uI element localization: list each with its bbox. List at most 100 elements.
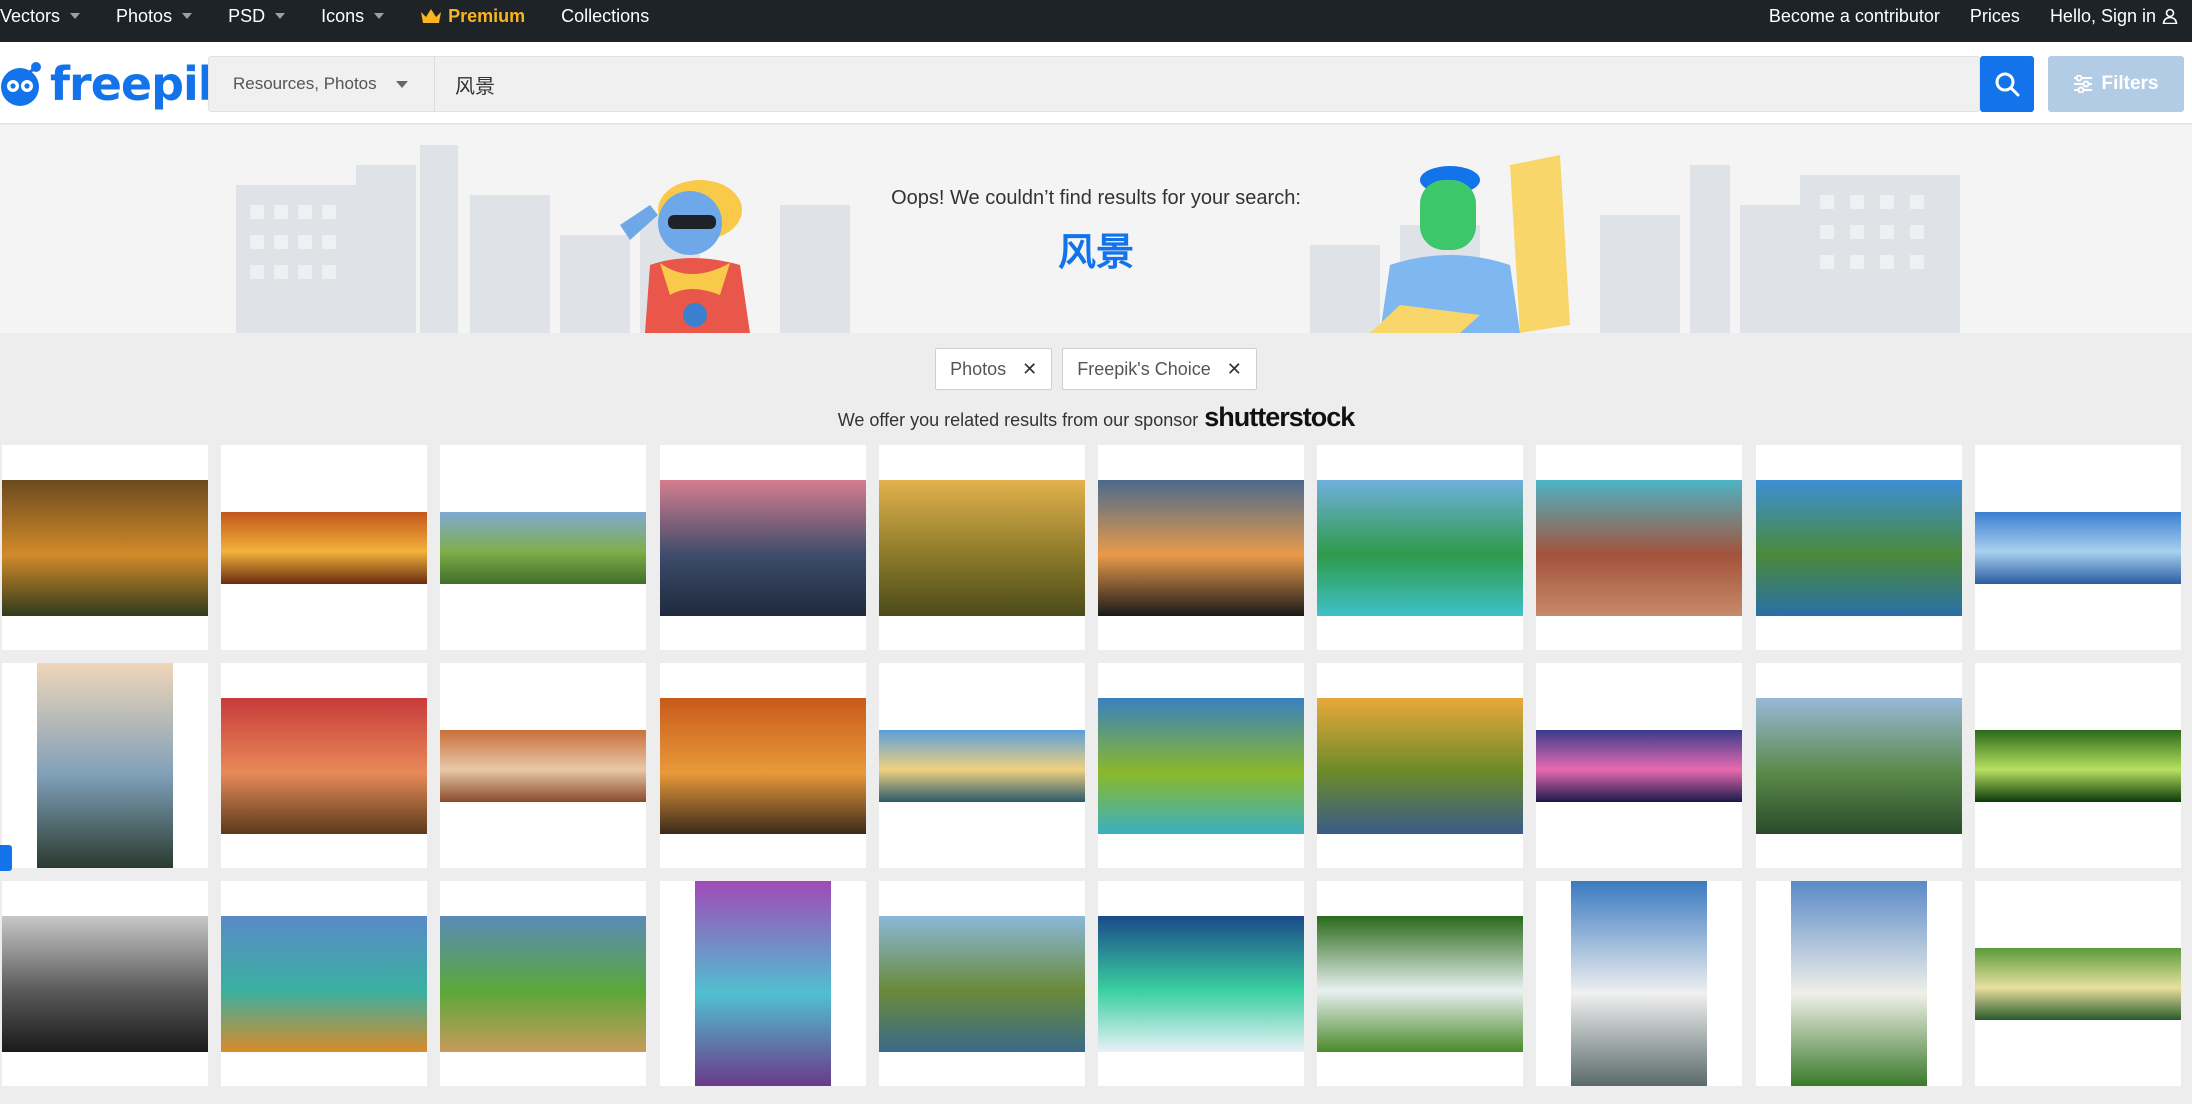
photo-thumbnail-green-hills-panorama[interactable]: [440, 511, 647, 584]
photo-thumbnail-mountain-lake-sunrise[interactable]: [878, 729, 1085, 802]
freepik-logo[interactable]: freepik: [0, 56, 228, 112]
image-result-card[interactable]: [1317, 663, 1524, 868]
top-nav-left: Vectors Photos PSD Icons Premium Collect…: [0, 0, 685, 32]
image-result-card[interactable]: [1098, 663, 1304, 868]
image-result-card[interactable]: [1974, 881, 2181, 1086]
image-result-card[interactable]: [221, 445, 428, 650]
nav-psd[interactable]: PSD: [228, 0, 286, 32]
filters-button[interactable]: Filters: [2048, 56, 2184, 112]
nav-premium-label: Premium: [448, 5, 526, 26]
image-result-card[interactable]: [1755, 881, 1962, 1086]
photo-thumbnail-aurora-snow-forest[interactable]: [1098, 915, 1304, 1052]
photo-thumbnail-autumn-trees-panorama[interactable]: [221, 511, 428, 584]
photo-thumbnail-green-coast-cliffs[interactable]: [1098, 697, 1304, 834]
photo-thumbnail-autumn-river[interactable]: [1317, 697, 1524, 834]
nav-contributor-label: Become a contributor: [1768, 5, 1940, 26]
image-result-card[interactable]: [1974, 445, 2181, 650]
photo-thumbnail-river-green-valley[interactable]: [1974, 947, 2181, 1020]
image-result-card[interactable]: [1317, 881, 1524, 1086]
image-result-card[interactable]: [440, 881, 647, 1086]
photo-thumbnail-twin-waterfalls[interactable]: [1317, 915, 1524, 1052]
photo-thumbnail-autumn-forest-path[interactable]: [2, 479, 208, 616]
nav-psd-label: PSD: [228, 5, 266, 26]
nav-premium[interactable]: Premium: [420, 0, 525, 32]
image-result-card[interactable]: [1536, 445, 1743, 650]
photo-thumbnail-mountain-lake-reflection[interactable]: [878, 915, 1085, 1052]
image-result-card[interactable]: [1536, 881, 1743, 1086]
top-nav-right: Become a contributor Prices Hello, Sign …: [1739, 0, 2178, 32]
image-result-card[interactable]: [2, 445, 208, 650]
image-result-card[interactable]: [1755, 445, 1962, 650]
nav-vectors-label: Vectors: [0, 5, 61, 26]
photo-thumbnail-pink-sunset-pier[interactable]: [1536, 729, 1743, 802]
image-result-card[interactable]: [878, 445, 1085, 650]
image-result-card[interactable]: [1536, 663, 1743, 868]
chevron-down-icon: [275, 13, 286, 19]
image-result-card[interactable]: [878, 881, 1085, 1086]
photo-thumbnail-karst-valley[interactable]: [1755, 697, 1962, 834]
sliders-icon: [2074, 75, 2093, 93]
shutterstock-logo[interactable]: shutterstock: [1204, 404, 1355, 431]
filter-chip-freepiks-choice[interactable]: Freepik's Choice ✕: [1062, 348, 1257, 390]
photo-thumbnail-palm-trees-sunset[interactable]: [1098, 479, 1304, 616]
image-result-card[interactable]: [440, 445, 647, 650]
image-result-card[interactable]: [1098, 881, 1304, 1086]
image-result-card[interactable]: [659, 445, 866, 650]
nav-collections[interactable]: Collections: [561, 0, 649, 32]
chevron-down-icon: [70, 13, 81, 19]
image-result-card[interactable]: [878, 663, 1085, 868]
nav-icons-label: Icons: [321, 5, 365, 26]
search-button[interactable]: [1980, 56, 2034, 112]
freepik-logo-icon: [1, 62, 41, 106]
photo-thumbnail-green-hills-sky[interactable]: [1790, 881, 1927, 1086]
image-result-card[interactable]: [1755, 663, 1962, 868]
active-filters: Photos ✕ Freepik's Choice ✕: [0, 348, 2192, 390]
photo-thumbnail-dark-clouds-mountains[interactable]: [2, 915, 208, 1052]
photo-thumbnail-lake-village-mountains[interactable]: [1755, 479, 1962, 616]
photo-thumbnail-tropical-island-pier[interactable]: [1317, 479, 1524, 616]
nav-icons[interactable]: Icons: [321, 0, 385, 32]
nav-vectors[interactable]: Vectors: [0, 0, 81, 32]
nav-prices[interactable]: Prices: [1970, 0, 2020, 32]
no-results-message: Oops! We couldn’t find results for your …: [891, 187, 1301, 209]
side-tab[interactable]: [0, 845, 12, 871]
photo-thumbnail-sunlit-green-forest[interactable]: [1974, 729, 2181, 802]
photo-thumbnail-rock-arch-canyon[interactable]: [440, 729, 647, 802]
search-input[interactable]: [445, 57, 1945, 111]
close-icon[interactable]: ✕: [1022, 359, 1037, 380]
search-type-select[interactable]: Resources, Photos: [209, 57, 435, 111]
photo-thumbnail-alpine-lake-autumn[interactable]: [221, 915, 428, 1052]
nav-sign-in[interactable]: Hello, Sign in: [2050, 0, 2178, 32]
photo-thumbnail-red-tree-meadow[interactable]: [221, 697, 428, 834]
photo-thumbnail-purple-trees-river[interactable]: [694, 881, 831, 1086]
photo-thumbnail-green-mountain-meadow[interactable]: [440, 915, 647, 1052]
photo-thumbnail-sea-sunset-plants[interactable]: [37, 663, 173, 868]
filter-chip-label: Photos: [950, 358, 1007, 379]
photo-thumbnail-golden-hills-sunset[interactable]: [878, 479, 1085, 616]
image-result-card[interactable]: [659, 881, 866, 1086]
no-results-query: 风景: [1057, 230, 1134, 274]
nav-become-contributor[interactable]: Become a contributor: [1769, 0, 1940, 32]
image-result-card[interactable]: [1098, 445, 1304, 650]
chevron-down-icon: [182, 13, 193, 19]
image-result-card[interactable]: [659, 663, 866, 868]
image-result-card[interactable]: [440, 663, 647, 868]
image-result-card[interactable]: [1974, 663, 2181, 868]
photo-thumbnail-autumn-boat-lake[interactable]: [659, 697, 866, 834]
image-result-card[interactable]: [221, 881, 428, 1086]
photo-thumbnail-red-desert-mountains[interactable]: [1536, 479, 1743, 616]
image-result-card[interactable]: [2, 663, 208, 868]
filter-chip-photos[interactable]: Photos ✕: [935, 348, 1053, 390]
close-icon[interactable]: ✕: [1227, 359, 1242, 380]
image-result-card[interactable]: [221, 663, 428, 868]
search-header: freepik Resources, Photos Filters: [0, 42, 2192, 124]
photo-thumbnail-clouds-over-sea[interactable]: [1571, 881, 1708, 1086]
sponsor-text: We offer you related results from our sp…: [837, 410, 1199, 430]
crown-icon: [421, 9, 442, 23]
photo-thumbnail-waterfall-cliffs[interactable]: [659, 479, 866, 616]
photo-thumbnail-blue-sky-sea[interactable]: [1974, 511, 2181, 584]
top-navigation: Vectors Photos PSD Icons Premium Collect…: [0, 0, 2192, 42]
image-result-card[interactable]: [2, 881, 208, 1086]
nav-photos[interactable]: Photos: [116, 0, 193, 32]
image-result-card[interactable]: [1317, 445, 1524, 650]
